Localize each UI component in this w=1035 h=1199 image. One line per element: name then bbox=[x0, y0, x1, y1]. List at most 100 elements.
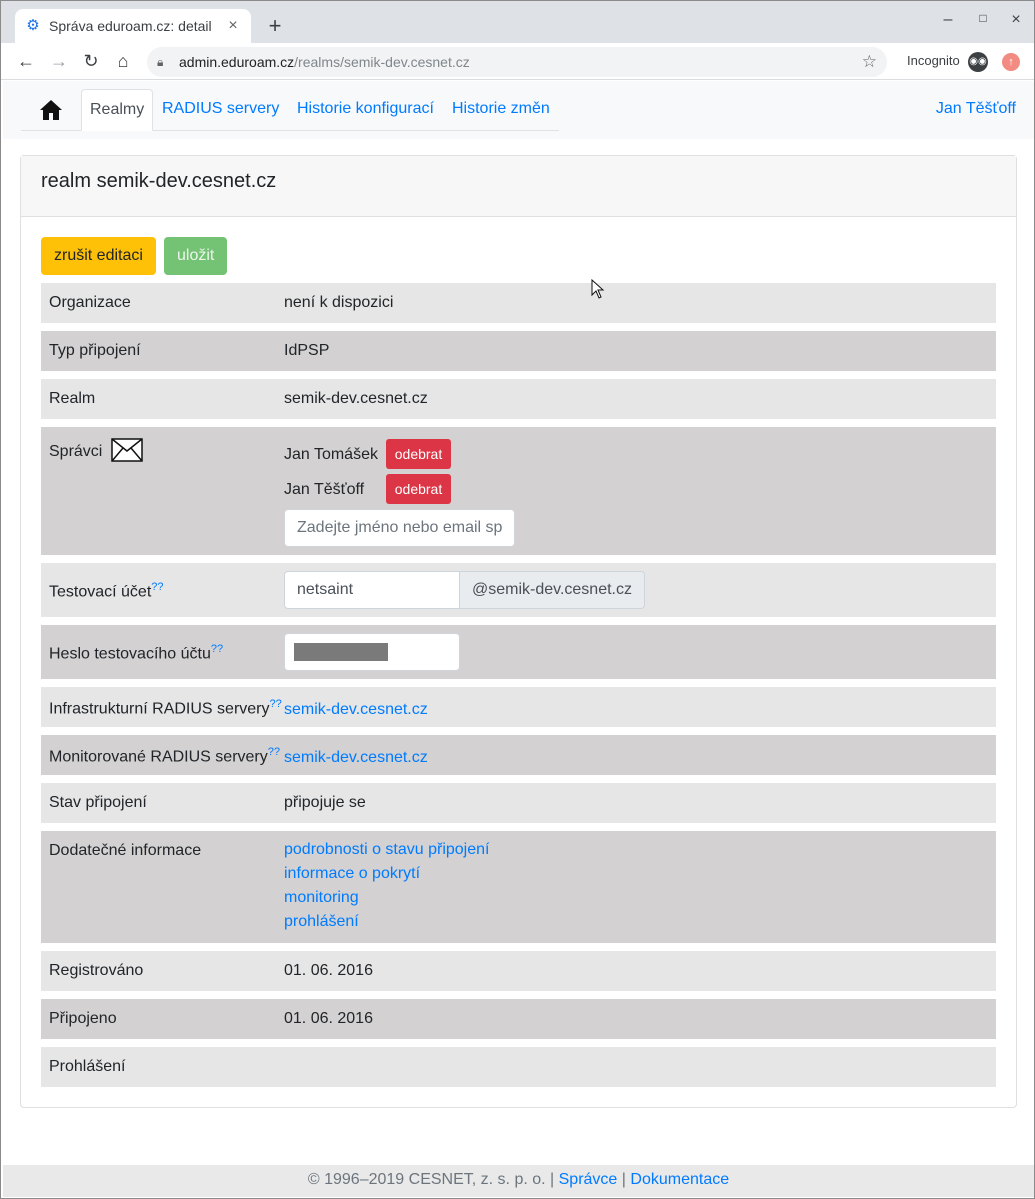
back-icon[interactable]: ← bbox=[14, 49, 38, 73]
admin-search-input[interactable]: Zadejte jméno nebo email sp bbox=[284, 509, 515, 547]
nav-tabs: Realmy RADIUS servery Historie konfigura… bbox=[21, 89, 559, 131]
close-window-icon[interactable]: × bbox=[1006, 11, 1026, 29]
realm-suffix: @semik-dev.cesnet.cz bbox=[459, 571, 645, 609]
url-path: /realms/semik-dev.cesnet.cz bbox=[294, 54, 470, 70]
browser-toolbar: ← → ↻ ⌂ 🔒︎ admin.eduroam.cz/realms/semik… bbox=[1, 43, 1034, 80]
spravci-label: Správci bbox=[49, 443, 103, 460]
row-label: Registrováno bbox=[49, 962, 144, 979]
profile-alert-icon[interactable]: ↑ bbox=[1002, 53, 1020, 71]
tab-historie-konfiguraci[interactable]: Historie konfigurací bbox=[289, 89, 442, 131]
row-label: Připojeno bbox=[49, 1010, 117, 1027]
row-value: semik-dev.cesnet.cz bbox=[284, 390, 428, 407]
row-value: 01. 06. 2016 bbox=[284, 962, 373, 979]
row-stav: Stav připojení připojuje se bbox=[41, 783, 996, 823]
info-links: podrobnosti o stavu připojení informace … bbox=[284, 838, 489, 934]
link-prohlaseni[interactable]: prohlášení bbox=[284, 910, 489, 934]
row-mon-radius: Monitorované RADIUS servery?? semik-dev.… bbox=[41, 735, 996, 775]
row-label: Realm bbox=[49, 390, 96, 407]
radius-server-link[interactable]: semik-dev.cesnet.cz bbox=[284, 746, 428, 770]
tab-realmy[interactable]: Realmy bbox=[81, 89, 154, 131]
remove-admin-button[interactable]: odebrat bbox=[386, 474, 451, 504]
incognito-label: Incognito bbox=[907, 53, 960, 68]
close-tab-icon[interactable]: × bbox=[225, 17, 241, 35]
save-button[interactable]: uložit bbox=[164, 237, 228, 275]
row-label: Organizace bbox=[49, 294, 131, 311]
row-organizace: Organizace není k dispozici bbox=[41, 283, 996, 323]
maximize-icon[interactable]: □ bbox=[973, 11, 993, 25]
copyright-text: © 1996–2019 CESNET, z. s. p. o. | bbox=[307, 1171, 555, 1188]
link-pokryti[interactable]: informace o pokrytí bbox=[284, 862, 489, 886]
card-header: realm semik-dev.cesnet.cz bbox=[21, 156, 1016, 217]
tab-title: Správa eduroam.cz: detail bbox=[49, 18, 212, 34]
row-infra-radius: Infrastrukturní RADIUS servery?? semik-d… bbox=[41, 687, 996, 727]
mail-icon[interactable] bbox=[111, 438, 143, 462]
new-tab-button[interactable]: + bbox=[263, 13, 287, 39]
help-link[interactable]: ?? bbox=[211, 643, 223, 655]
row-typ-pripojeni: Typ připojení IdPSP bbox=[41, 331, 996, 371]
test-password-input[interactable] bbox=[284, 633, 460, 671]
address-bar[interactable]: 🔒︎ admin.eduroam.cz/realms/semik-dev.ces… bbox=[147, 47, 887, 77]
realm-card: realm semik-dev.cesnet.cz zrušit editaci… bbox=[20, 155, 1017, 1108]
label-text: Heslo testovacího účtu bbox=[49, 645, 211, 663]
label-text: Monitorované RADIUS servery bbox=[49, 748, 268, 766]
row-prohlaseni: Prohlášení bbox=[41, 1047, 996, 1087]
page-footer: © 1996–2019 CESNET, z. s. p. o. | Správc… bbox=[3, 1165, 1034, 1197]
page-title: realm semik-dev.cesnet.cz bbox=[41, 170, 277, 192]
mouse-cursor-icon bbox=[591, 279, 605, 299]
link-monitoring[interactable]: monitoring bbox=[284, 886, 489, 910]
home-icon[interactable]: ⌂ bbox=[111, 49, 135, 73]
row-spravci: Správci Jan Tomášek odebrat Jan Těšťoff … bbox=[41, 427, 996, 555]
row-value: semik-dev.cesnet.cz bbox=[284, 698, 428, 722]
url-host: admin.eduroam.cz bbox=[179, 54, 295, 70]
tab-historie-zmen[interactable]: Historie změn bbox=[444, 89, 558, 131]
row-label: Typ připojení bbox=[49, 342, 141, 359]
remove-admin-button[interactable]: odebrat bbox=[386, 439, 451, 469]
gear-favicon-icon: ⚙ bbox=[26, 17, 40, 34]
help-link[interactable]: ?? bbox=[268, 746, 280, 758]
row-value: 01. 06. 2016 bbox=[284, 1010, 373, 1027]
row-label: Stav připojení bbox=[49, 794, 147, 811]
row-value: semik-dev.cesnet.cz bbox=[284, 746, 428, 770]
incognito-icon[interactable]: ◉◉ bbox=[968, 52, 988, 72]
tab-radius-servery[interactable]: RADIUS servery bbox=[154, 89, 287, 131]
user-menu-link[interactable]: Jan Těšťoff bbox=[936, 89, 1016, 129]
test-account-input[interactable]: netsaint bbox=[284, 571, 460, 609]
tab-strip: ⚙ Správa eduroam.cz: detail × + – □ × bbox=[1, 1, 1034, 43]
row-label: Prohlášení bbox=[49, 1058, 126, 1075]
label-text: Testovací účet bbox=[49, 583, 152, 601]
bookmark-star-icon[interactable]: ☆ bbox=[862, 52, 877, 72]
row-label: Monitorované RADIUS servery?? bbox=[49, 746, 280, 766]
row-registrovano: Registrováno 01. 06. 2016 bbox=[41, 951, 996, 991]
forward-icon[interactable]: → bbox=[47, 49, 71, 73]
link-podrobnosti[interactable]: podrobnosti o stavu připojení bbox=[284, 838, 489, 862]
row-dodatecne: Dodatečné informace podrobnosti o stavu … bbox=[41, 831, 996, 943]
row-label: Infrastrukturní RADIUS servery?? bbox=[49, 698, 282, 718]
browser-tab[interactable]: ⚙ Správa eduroam.cz: detail × bbox=[15, 9, 251, 43]
row-pripojeno: Připojeno 01. 06. 2016 bbox=[41, 999, 996, 1039]
footer-link-dokumentace[interactable]: Dokumentace bbox=[630, 1171, 729, 1188]
row-label: Správci bbox=[49, 438, 143, 462]
password-mask bbox=[294, 643, 388, 661]
help-link[interactable]: ?? bbox=[151, 581, 163, 593]
row-testovaci-ucet: Testovací účet?? netsaint @semik-dev.ces… bbox=[41, 563, 996, 617]
browser-window: ⚙ Správa eduroam.cz: detail × + – □ × ← … bbox=[0, 0, 1035, 1199]
help-link[interactable]: ?? bbox=[270, 698, 282, 710]
radius-server-link[interactable]: semik-dev.cesnet.cz bbox=[284, 698, 428, 722]
lock-icon: 🔒︎ bbox=[157, 54, 164, 69]
minimize-icon[interactable]: – bbox=[938, 11, 958, 29]
top-navbar: Realmy RADIUS servery Historie konfigura… bbox=[3, 81, 1034, 139]
row-value: IdPSP bbox=[284, 342, 330, 359]
footer-link-spravce[interactable]: Správce bbox=[559, 1171, 618, 1188]
row-value: není k dispozici bbox=[284, 294, 394, 311]
cancel-edit-button[interactable]: zrušit editaci bbox=[41, 237, 156, 275]
home-icon bbox=[40, 100, 62, 120]
url-text: admin.eduroam.cz/realms/semik-dev.cesnet… bbox=[179, 54, 862, 70]
reload-icon[interactable]: ↻ bbox=[79, 49, 103, 73]
footer-separator: | bbox=[621, 1171, 626, 1188]
home-link[interactable] bbox=[33, 89, 69, 131]
admin-name: Jan Tomášek bbox=[284, 446, 378, 463]
row-label: Dodatečné informace bbox=[49, 842, 202, 859]
row-realm: Realm semik-dev.cesnet.cz bbox=[41, 379, 996, 419]
row-label: Testovací účet?? bbox=[49, 581, 164, 601]
page-content: Realmy RADIUS servery Historie konfigura… bbox=[3, 81, 1034, 1197]
